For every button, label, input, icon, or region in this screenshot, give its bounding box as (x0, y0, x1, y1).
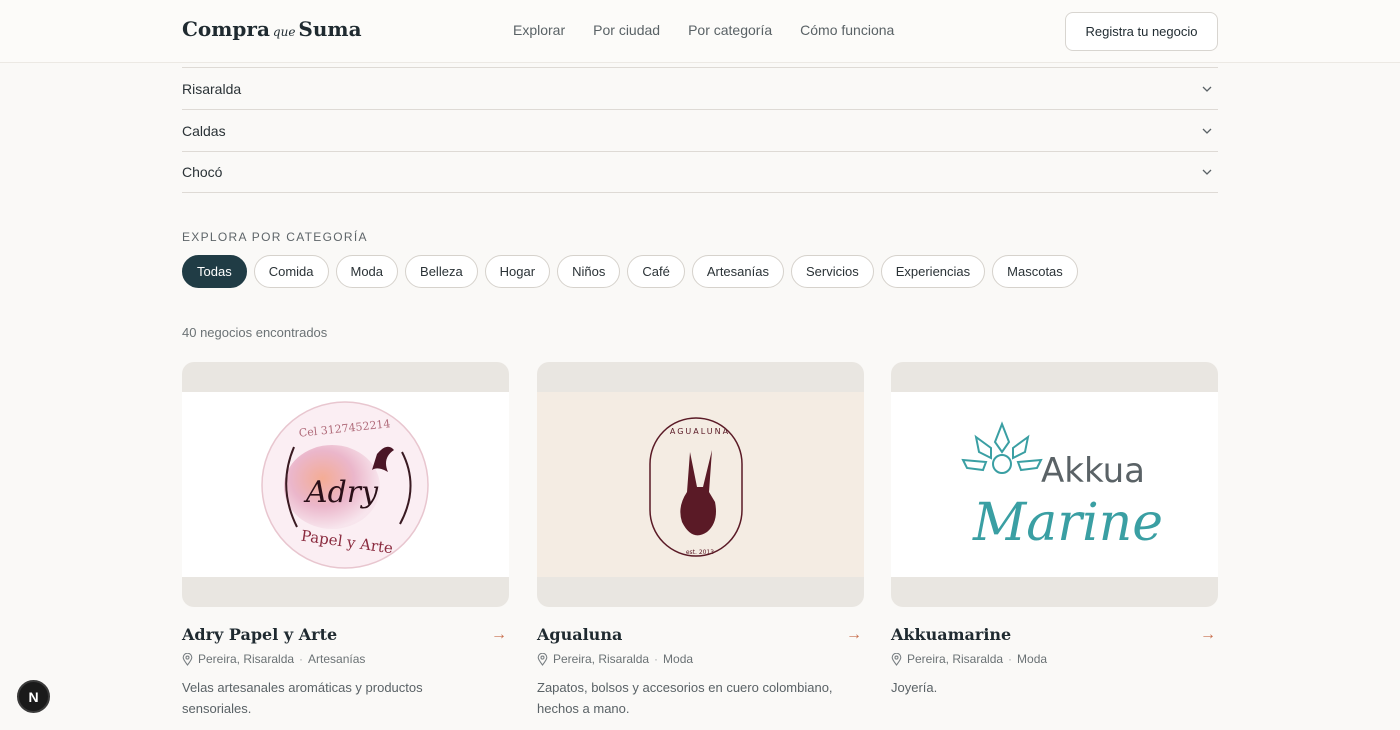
meta-separator: · (1008, 652, 1013, 666)
business-meta: Pereira, Risaralda · Moda (891, 652, 1218, 666)
chevron-down-icon (1200, 82, 1214, 96)
chip-ninos[interactable]: Niños (557, 255, 621, 288)
business-category: Moda (1017, 652, 1048, 666)
category-section-label: EXPLORA POR CATEGORÍA (182, 230, 368, 244)
nextjs-dev-badge[interactable]: N (17, 680, 50, 713)
chip-mascotas[interactable]: Mascotas (992, 255, 1078, 288)
nav-por-ciudad[interactable]: Por ciudad (593, 22, 660, 38)
business-card[interactable]: AGUALUNA est. 2013 Agualuna → Pereira, R… (537, 362, 864, 719)
nav-explorar[interactable]: Explorar (513, 22, 565, 38)
chip-cafe[interactable]: Café (627, 255, 685, 288)
akkua-bottom: Marine (972, 493, 1163, 553)
business-description: Zapatos, bolsos y accesorios en cuero co… (537, 680, 833, 716)
business-title[interactable]: Adry Papel y Arte (182, 625, 337, 644)
arrow-right-icon[interactable]: → (846, 626, 862, 644)
chip-belleza[interactable]: Belleza (405, 255, 478, 288)
region-accordion: Risaralda Caldas Chocó (182, 67, 1218, 193)
nav-por-categoria[interactable]: Por categoría (688, 22, 772, 38)
region-label: Risaralda (182, 80, 242, 97)
chip-moda[interactable]: Moda (335, 255, 399, 288)
nav-como-funciona[interactable]: Cómo funciona (800, 22, 894, 38)
business-image[interactable]: AGUALUNA est. 2013 (537, 362, 864, 607)
chip-artesanias[interactable]: Artesanías (691, 255, 784, 288)
arrow-right-icon[interactable]: → (1200, 626, 1216, 644)
site-logo[interactable]: Compra que Suma (182, 17, 362, 41)
business-description: Velas artesanales aromáticas y productos… (182, 680, 423, 716)
meta-separator: · (299, 652, 304, 666)
business-title[interactable]: Agualuna (537, 625, 622, 644)
chip-experiencias[interactable]: Experiencias (880, 255, 986, 288)
business-meta: Pereira, Risaralda · Moda (537, 652, 864, 666)
location-pin-icon (537, 652, 548, 666)
business-card[interactable]: Akkua Marine Akkuamarine → Pereira, Risa… (891, 362, 1218, 698)
adry-logo: Cel 3127452214 Adry Papel y Arte (261, 401, 429, 569)
chip-servicios[interactable]: Servicios (790, 255, 874, 288)
business-meta: Pereira, Risaralda · Artesanías (182, 652, 509, 666)
akkuamarine-logo: Akkua Marine (961, 421, 1163, 553)
logo-part3: Suma (298, 17, 362, 41)
chip-hogar[interactable]: Hogar (484, 255, 551, 288)
adry-name: Adry (303, 475, 379, 510)
site-header: Compra que Suma Explorar Por ciudad Por ca… (0, 0, 1400, 63)
business-location: Pereira, Risaralda (553, 652, 650, 666)
business-image[interactable]: Akkua Marine (891, 362, 1218, 607)
region-label: Caldas (182, 122, 226, 139)
results-count: 40 negocios encontrados (182, 325, 328, 340)
chip-comida[interactable]: Comida (253, 255, 329, 288)
business-location: Pereira, Risaralda (907, 652, 1004, 666)
chip-todas[interactable]: Todas (182, 255, 247, 288)
agualuna-logo: AGUALUNA est. 2013 (649, 417, 743, 557)
logo-part2: que (272, 25, 296, 39)
business-location: Pereira, Risaralda (198, 652, 295, 666)
location-pin-icon (891, 652, 902, 666)
agualuna-name: AGUALUNA (670, 427, 730, 436)
akkua-top: Akkua (1041, 451, 1145, 491)
arrow-right-icon[interactable]: → (491, 626, 507, 644)
business-card[interactable]: Cel 3127452214 Adry Papel y Arte Adry Pa… (182, 362, 509, 719)
chevron-down-icon (1200, 165, 1214, 179)
agualuna-est: est. 2013 (686, 549, 714, 556)
region-item-choco[interactable]: Chocó (182, 151, 1218, 193)
category-filter-chips: Todas Comida Moda Belleza Hogar Niños Ca… (182, 255, 1078, 288)
business-description: Joyería. (891, 680, 938, 695)
chevron-down-icon (1200, 124, 1214, 138)
region-item-risaralda[interactable]: Risaralda (182, 67, 1218, 109)
business-category: Moda (663, 652, 694, 666)
business-category: Artesanías (308, 652, 366, 666)
logo-part1: Compra (182, 17, 270, 41)
location-pin-icon (182, 652, 193, 666)
business-title[interactable]: Akkuamarine (891, 625, 1011, 644)
region-label: Chocó (182, 164, 223, 180)
meta-separator: · (654, 652, 659, 666)
region-item-caldas[interactable]: Caldas (182, 109, 1218, 151)
business-image[interactable]: Cel 3127452214 Adry Papel y Arte (182, 362, 509, 607)
register-business-button[interactable]: Registra tu negocio (1065, 12, 1218, 51)
main-nav: Explorar Por ciudad Por categoría Cómo f… (513, 22, 894, 38)
